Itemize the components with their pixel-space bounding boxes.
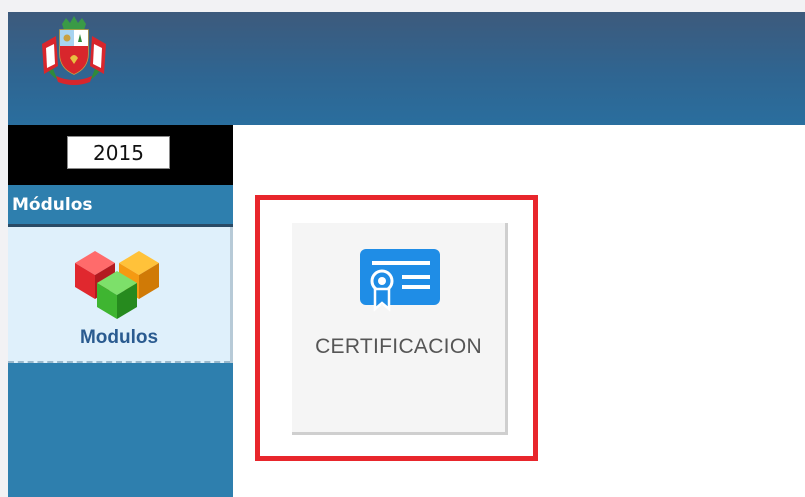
year-input[interactable] — [67, 136, 170, 169]
certificate-icon — [360, 249, 440, 312]
tile-label: CERTIFICACION — [315, 335, 482, 358]
sidebar: Módulos Modulos — [8, 125, 233, 497]
sidebar-divider — [230, 227, 233, 363]
modules-heading: Módulos — [8, 185, 233, 227]
modules-heading-label: Módulos — [12, 195, 93, 215]
year-bar — [8, 125, 233, 185]
sidebar-item-modulos[interactable]: Modulos — [8, 227, 230, 363]
certificacion-tile[interactable]: CERTIFICACION — [292, 223, 508, 435]
cubes-icon — [75, 251, 159, 319]
sidebar-item-label: Modulos — [79, 327, 159, 348]
header-banner — [8, 12, 805, 125]
app-window: Módulos Modulos — [8, 12, 805, 497]
coat-of-arms-icon — [42, 16, 106, 85]
